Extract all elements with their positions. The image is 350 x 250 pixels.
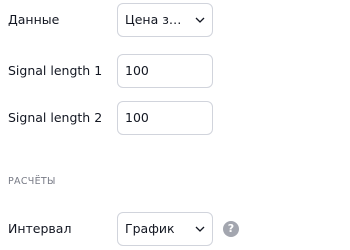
- chevron-down-icon: [195, 17, 205, 23]
- calculations-section-title: РАСЧЁТЫ: [8, 176, 56, 187]
- signal-length-2-label: Signal length 2: [8, 110, 103, 125]
- signal-length-1-input[interactable]: 100: [117, 54, 213, 88]
- signal-length-2-input[interactable]: 100: [117, 101, 213, 135]
- interval-select[interactable]: График: [117, 212, 213, 246]
- interval-value: График: [125, 221, 175, 236]
- data-source-value: Цена за...: [125, 12, 187, 27]
- interval-label: Интервал: [8, 221, 72, 236]
- chevron-down-icon: [195, 226, 205, 232]
- interval-row: Интервал График ?: [0, 212, 350, 246]
- signal-length-1-row: Signal length 1 100: [0, 54, 350, 88]
- help-icon[interactable]: ?: [223, 221, 239, 237]
- data-source-label: Данные: [8, 12, 60, 27]
- data-source-row: Данные Цена за...: [0, 3, 350, 37]
- signal-length-2-row: Signal length 2 100: [0, 101, 350, 135]
- signal-length-1-label: Signal length 1: [8, 63, 103, 78]
- data-source-select[interactable]: Цена за...: [117, 3, 213, 37]
